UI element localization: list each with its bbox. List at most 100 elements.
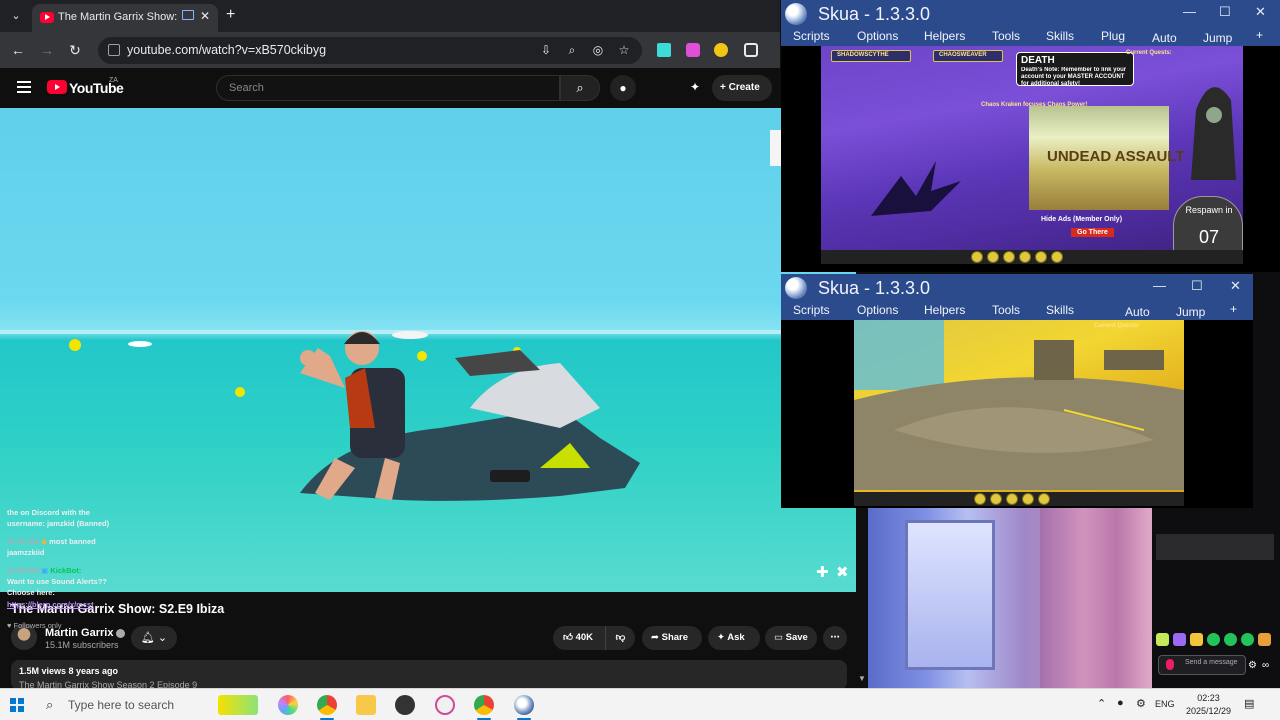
skill-slot-icon[interactable] — [987, 251, 999, 263]
chat-mic-icon[interactable] — [1166, 659, 1174, 670]
maximize-icon[interactable]: ☐ — [1219, 4, 1231, 20]
menu-skills[interactable]: Skills — [1046, 29, 1074, 43]
tray-chevron-icon[interactable]: ⌃ — [1097, 697, 1106, 710]
extension-1-icon[interactable] — [657, 43, 671, 57]
extensions-puzzle-icon[interactable] — [744, 43, 758, 57]
chat-infinity-icon[interactable]: ∞ — [1262, 660, 1269, 671]
minimize-icon[interactable]: — — [1153, 278, 1166, 293]
chat-settings-icon[interactable]: ⚙︎ — [1248, 660, 1257, 671]
tray-mic-icon[interactable]: ● — [1117, 697, 1124, 709]
menu-jump[interactable]: Jump — [1176, 305, 1205, 319]
skill-slot-icon[interactable] — [1038, 493, 1050, 505]
chrome-icon[interactable] — [317, 695, 337, 715]
tab-media-icon[interactable] — [182, 10, 194, 20]
taskbar-search-icon[interactable]: ⌕ — [46, 697, 53, 713]
notifications-icon[interactable]: ▤ — [1244, 697, 1254, 710]
add-icon[interactable]: ✚ — [816, 563, 829, 581]
skill-slot-icon[interactable] — [1019, 251, 1031, 263]
share-button[interactable]: ➦ Share — [642, 626, 702, 650]
description-box[interactable]: 1.5M views 8 years ago The Martin Garrix… — [11, 660, 847, 690]
address-bar[interactable]: youtube.com/watch?v=xB570ckibyg ⇩ ⌕ ◎ ☆ — [98, 37, 642, 64]
menu-options[interactable]: Options — [857, 29, 898, 43]
emote-icon[interactable] — [1207, 633, 1220, 646]
skill-slot-icon[interactable] — [990, 493, 1002, 505]
emote-icon[interactable] — [1190, 633, 1203, 646]
menu-options[interactable]: Options — [857, 303, 898, 317]
tab-close-icon[interactable]: ✕ — [200, 9, 210, 23]
youtube-search-input[interactable]: Search — [216, 75, 560, 101]
obs-icon[interactable] — [395, 695, 415, 715]
menu-scripts[interactable]: Scripts — [793, 29, 830, 43]
copilot-icon[interactable] — [278, 695, 298, 715]
emote-icon[interactable] — [1241, 633, 1254, 646]
language-indicator[interactable]: ENG — [1155, 699, 1175, 709]
skill-slot-icon[interactable] — [1003, 251, 1015, 263]
emote-icon[interactable] — [1224, 633, 1237, 646]
minimize-icon[interactable]: — — [1183, 4, 1196, 19]
menu-plug[interactable]: Plug — [1101, 29, 1125, 43]
close-overlay-icon[interactable]: ✖ — [836, 563, 849, 581]
menu-auto[interactable]: Auto — [1152, 31, 1177, 45]
go-there-button[interactable]: Go There — [1071, 228, 1114, 237]
file-explorer-icon[interactable] — [356, 695, 376, 715]
sparkle-icon[interactable]: ✦ — [690, 80, 706, 94]
video-player[interactable] — [0, 108, 856, 592]
menu-hamburger-icon[interactable] — [17, 81, 31, 93]
extension-3-icon[interactable] — [714, 43, 728, 57]
tray-settings-icon[interactable]: ⚙︎ — [1136, 697, 1146, 710]
menu-skills[interactable]: Skills — [1046, 303, 1074, 317]
more-actions-icon[interactable]: ⋯ — [823, 626, 847, 650]
skill-slot-icon[interactable] — [1051, 251, 1063, 263]
dislike-button[interactable]: 👎︎ — [605, 626, 635, 650]
game-ad-banner[interactable]: UNDEAD ASSAULT — [1029, 106, 1185, 210]
forward-arrow-icon[interactable]: → — [37, 40, 57, 60]
emote-icon[interactable] — [1156, 633, 1169, 646]
url-text[interactable]: youtube.com/watch?v=xB570ckibyg — [127, 43, 326, 57]
maximize-icon[interactable]: ☐ — [1191, 278, 1203, 294]
skill-slot-icon[interactable] — [1006, 493, 1018, 505]
voice-search-mic-icon[interactable]: ● — [610, 75, 636, 101]
create-button[interactable]: + Create — [712, 75, 772, 101]
skill-slot-icon[interactable] — [974, 493, 986, 505]
windows-start-icon[interactable] — [10, 698, 24, 712]
save-button[interactable]: ▭ Save — [765, 626, 817, 650]
menu-helpers[interactable]: Helpers — [924, 29, 965, 43]
emote-icon[interactable] — [1258, 633, 1271, 646]
taskbar-search-input[interactable]: Type here to search — [68, 698, 174, 712]
taskbar-clock[interactable]: 02:23 2025/12/29 — [1186, 692, 1231, 718]
close-icon[interactable]: ✕ — [1255, 4, 1266, 20]
extension-2-icon[interactable] — [686, 43, 700, 57]
skua-titlebar[interactable]: Skua - 1.3.3.0 — ☐ ✕ — [781, 274, 1253, 302]
like-button[interactable]: 👍︎ 40K — [553, 626, 605, 650]
taskbar-widget-icon[interactable] — [218, 695, 258, 715]
menu-add[interactable]: + — [1230, 302, 1237, 316]
new-tab-button[interactable]: + — [226, 6, 235, 24]
close-icon[interactable]: ✕ — [1230, 278, 1241, 294]
menu-jump[interactable]: Jump — [1203, 31, 1232, 45]
menu-add[interactable]: + — [1256, 28, 1263, 42]
reload-icon[interactable]: ↻ — [65, 40, 85, 60]
install-app-icon[interactable]: ⇩ — [538, 42, 554, 58]
bookmark-star-icon[interactable]: ☆ — [616, 42, 632, 58]
menu-tools[interactable]: Tools — [992, 29, 1020, 43]
app-icon[interactable] — [435, 695, 455, 715]
skill-slot-icon[interactable] — [1035, 251, 1047, 263]
skua-taskbar-icon[interactable] — [514, 695, 534, 715]
menu-scripts[interactable]: Scripts — [793, 303, 830, 317]
skill-slot-icon[interactable] — [1022, 493, 1034, 505]
menu-helpers[interactable]: Helpers — [924, 303, 965, 317]
youtube-logo-icon[interactable] — [47, 80, 67, 94]
menu-auto[interactable]: Auto — [1125, 305, 1150, 319]
menu-tools[interactable]: Tools — [992, 303, 1020, 317]
tab-search-chevron-icon[interactable]: ⌄ — [6, 6, 26, 26]
browser-tab-active[interactable]: The Martin Garrix Show: S2. ✕ — [32, 4, 218, 32]
eye-off-icon[interactable]: ◎ — [590, 42, 606, 58]
skua-titlebar[interactable]: Skua - 1.3.3.0 — ☐ ✕ — [781, 0, 1280, 28]
back-arrow-icon[interactable]: ← — [8, 40, 28, 60]
chat-link[interactable]: https://blerp.com/x/mcst — [7, 600, 94, 609]
zoom-icon[interactable]: ⌕ — [564, 42, 580, 58]
chat-username[interactable]: KickBot: — [50, 566, 81, 575]
chrome-profile-icon[interactable] — [474, 695, 494, 715]
site-info-icon[interactable] — [108, 44, 120, 56]
search-button-icon[interactable]: ⌕ — [560, 75, 600, 101]
